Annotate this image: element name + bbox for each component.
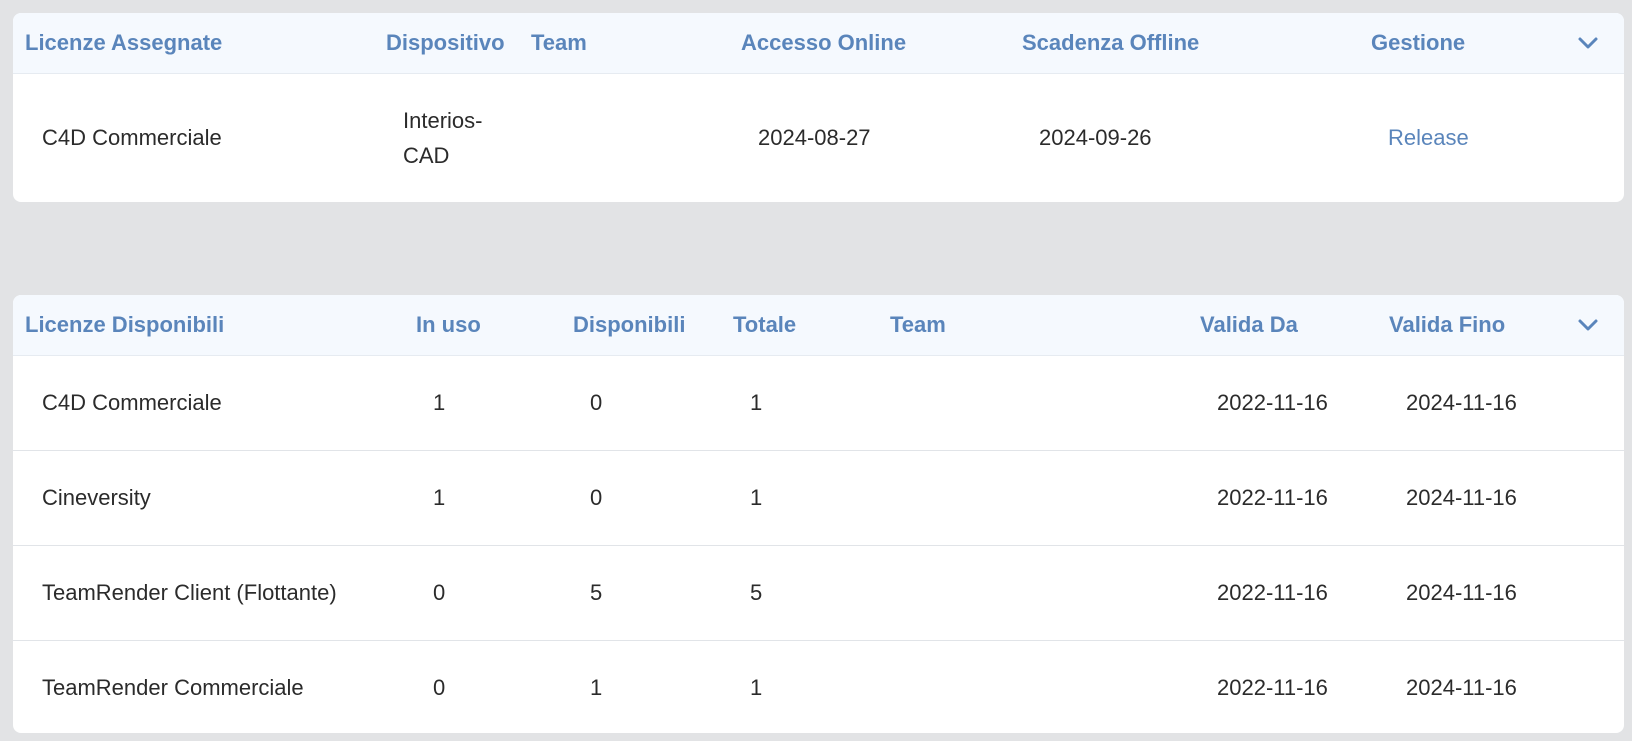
col-header-team[interactable]: Team: [531, 13, 587, 73]
chevron-down-icon[interactable]: [1576, 31, 1600, 55]
cell-valid-from: 2022-11-16: [1217, 580, 1328, 605]
col-header-manage[interactable]: Gestione: [1371, 13, 1465, 73]
col-header-in-use[interactable]: In uso: [416, 295, 481, 355]
cell-license: C4D Commerciale: [42, 390, 222, 415]
cell-total: 1: [750, 390, 763, 415]
table-row: TeamRender Client (Flottante) 0 5 5 2022…: [13, 546, 1624, 641]
col-header-available[interactable]: Disponibili: [573, 295, 685, 355]
cell-valid-until: 2024-11-16: [1406, 580, 1517, 605]
cell-license: Cineversity: [42, 485, 151, 510]
chevron-down-icon[interactable]: [1576, 313, 1600, 337]
cell-available: 0: [590, 485, 603, 510]
cell-total: 1: [750, 675, 763, 700]
col-header-team[interactable]: Team: [890, 295, 946, 355]
table-row: C4D Commerciale 1 0 1 2022-11-16 2024-11…: [13, 356, 1624, 451]
cell-total: 5: [750, 580, 763, 605]
cell-in-use: 1: [433, 485, 446, 510]
cell-available: 0: [590, 390, 603, 415]
cell-valid-from: 2022-11-16: [1217, 485, 1328, 510]
cell-valid-until: 2024-11-16: [1406, 675, 1517, 700]
cell-in-use: 1: [433, 390, 446, 415]
cell-total: 1: [750, 485, 763, 510]
cell-valid-until: 2024-11-16: [1406, 485, 1517, 510]
cell-valid-from: 2022-11-16: [1217, 675, 1328, 700]
cell-device: Interios-CAD: [403, 108, 483, 168]
col-header-device[interactable]: Dispositivo: [386, 13, 505, 73]
table-row: TeamRender Commerciale 0 1 1 2022-11-16 …: [13, 641, 1624, 733]
table-row: C4D Commerciale Interios-CAD 2024-08-27 …: [13, 74, 1624, 202]
col-header-valid-from[interactable]: Valida Da: [1200, 295, 1298, 355]
col-header-license[interactable]: Licenze Assegnate: [25, 13, 222, 73]
available-licenses-header: Licenze Disponibili In uso Disponibili T…: [13, 295, 1624, 356]
cell-license: TeamRender Client (Flottante): [42, 580, 337, 605]
col-header-license[interactable]: Licenze Disponibili: [25, 295, 224, 355]
table-row: Cineversity 1 0 1 2022-11-16 2024-11-16: [13, 451, 1624, 546]
cell-in-use: 0: [433, 675, 446, 700]
cell-available: 1: [590, 675, 603, 700]
col-header-valid-until[interactable]: Valida Fino: [1389, 295, 1505, 355]
col-header-online-access[interactable]: Accesso Online: [741, 13, 906, 73]
col-header-total[interactable]: Totale: [733, 295, 796, 355]
cell-license: TeamRender Commerciale: [42, 675, 304, 700]
cell-valid-until: 2024-11-16: [1406, 390, 1517, 415]
cell-license: C4D Commerciale: [42, 125, 222, 150]
cell-offline-expiry: 2024-09-26: [1039, 125, 1152, 150]
cell-valid-from: 2022-11-16: [1217, 390, 1328, 415]
available-licenses-table: Licenze Disponibili In uso Disponibili T…: [13, 295, 1624, 733]
release-link[interactable]: Release: [1388, 74, 1469, 202]
cell-online-access: 2024-08-27: [758, 125, 871, 150]
col-header-offline-expiry[interactable]: Scadenza Offline: [1022, 13, 1199, 73]
cell-in-use: 0: [433, 580, 446, 605]
assigned-licenses-table: Licenze Assegnate Dispositivo Team Acces…: [13, 13, 1624, 202]
assigned-licenses-header: Licenze Assegnate Dispositivo Team Acces…: [13, 13, 1624, 74]
cell-available: 5: [590, 580, 603, 605]
